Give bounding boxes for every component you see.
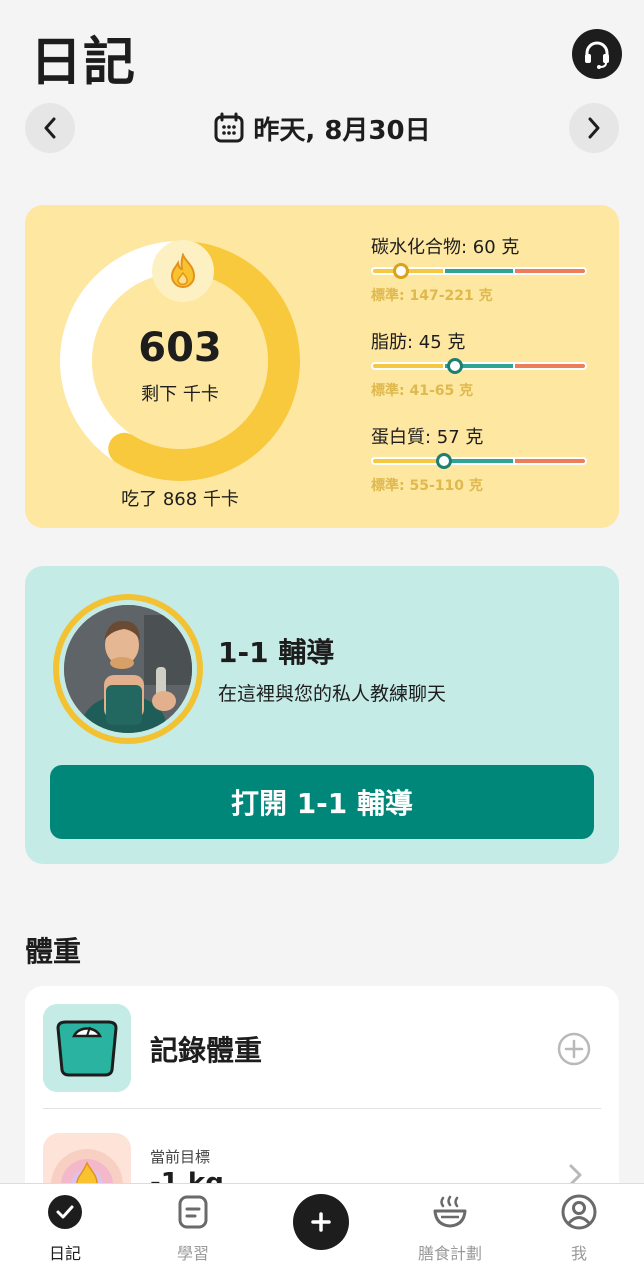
page-title: 日記 — [30, 33, 137, 93]
next-day-button[interactable] — [569, 103, 619, 153]
current-date: 昨天, 8月30日 — [253, 115, 431, 146]
macro-protein-bar — [371, 453, 587, 469]
calories-eaten-label: 吃了 868 千卡 — [121, 489, 239, 510]
tab-diary[interactable]: 日記 — [15, 1194, 115, 1274]
macro-carbs-bar — [371, 263, 587, 279]
tab-learn[interactable]: 學習 — [143, 1194, 243, 1274]
flame-badge — [152, 240, 214, 302]
add-weight-button[interactable] — [557, 1032, 591, 1066]
macro-protein-standard: 標準: 55-110 克 — [371, 478, 483, 494]
tab-meal-plan-label: 膳食計劃 — [417, 1244, 482, 1263]
macro-protein-knob — [436, 453, 453, 469]
headset-icon — [585, 41, 609, 69]
macro-fat-bar — [371, 358, 587, 374]
coaching-card: 1-1 輔導 在這裡與您的私人教練聊天 打開 1-1 輔導 — [25, 566, 619, 864]
calories-remaining-value: 603 — [138, 325, 222, 371]
bowl-icon — [432, 1194, 468, 1230]
user-icon — [561, 1194, 597, 1230]
flame-icon — [170, 253, 196, 288]
macro-protein-label: 蛋白質: 57 克 — [371, 427, 484, 448]
tab-diary-label: 日記 — [48, 1244, 81, 1263]
support-button[interactable] — [572, 29, 622, 79]
coaching-subtitle: 在這裡與您的私人教練聊天 — [218, 683, 447, 705]
chevron-right-icon — [588, 117, 600, 139]
macro-protein: 蛋白質: 57 克 標準: 55-110 克 — [371, 423, 601, 495]
macro-fat-knob — [447, 358, 464, 374]
plus-icon — [311, 1212, 331, 1232]
tab-meal-plan[interactable]: 膳食計劃 — [400, 1194, 500, 1274]
coaching-title: 1-1 輔導 — [218, 636, 335, 669]
check-circle-icon — [47, 1194, 83, 1230]
tab-learn-label: 學習 — [176, 1244, 209, 1263]
macro-fat-standard: 標準: 41-65 克 — [371, 383, 474, 399]
tab-me-label: 我 — [570, 1244, 587, 1263]
scale-tile — [43, 1004, 131, 1092]
bottom-tab-bar: 日記 學習 膳食計劃 我 — [0, 1183, 644, 1280]
macro-fat: 脂肪: 45 克 標準: 41-65 克 — [371, 328, 601, 400]
macro-carbs-label: 碳水化合物: 60 克 — [371, 237, 520, 258]
calories-remaining-label: 剩下 千卡 — [141, 384, 219, 405]
weight-section-title: 體重 — [25, 935, 82, 968]
coach-avatar — [53, 594, 203, 744]
add-entry-button[interactable] — [293, 1194, 349, 1250]
macro-carbs-knob — [393, 263, 410, 279]
goal-label: 當前目標 — [150, 1148, 211, 1166]
scale-icon — [56, 1020, 118, 1077]
date-selector[interactable]: 昨天, 8月30日 — [0, 108, 644, 148]
book-icon — [175, 1194, 211, 1230]
open-coaching-button[interactable]: 打開 1-1 輔導 — [50, 765, 594, 839]
macro-fat-label: 脂肪: 45 克 — [371, 332, 466, 353]
tab-me[interactable]: 我 — [529, 1194, 629, 1274]
log-weight-label: 記錄體重 — [150, 1034, 263, 1067]
card-divider — [43, 1108, 601, 1109]
macro-carbs-standard: 標準: 147-221 克 — [371, 288, 493, 304]
macro-carbs: 碳水化合物: 60 克 標準: 147-221 克 — [371, 233, 601, 305]
calendar-icon — [214, 112, 244, 143]
